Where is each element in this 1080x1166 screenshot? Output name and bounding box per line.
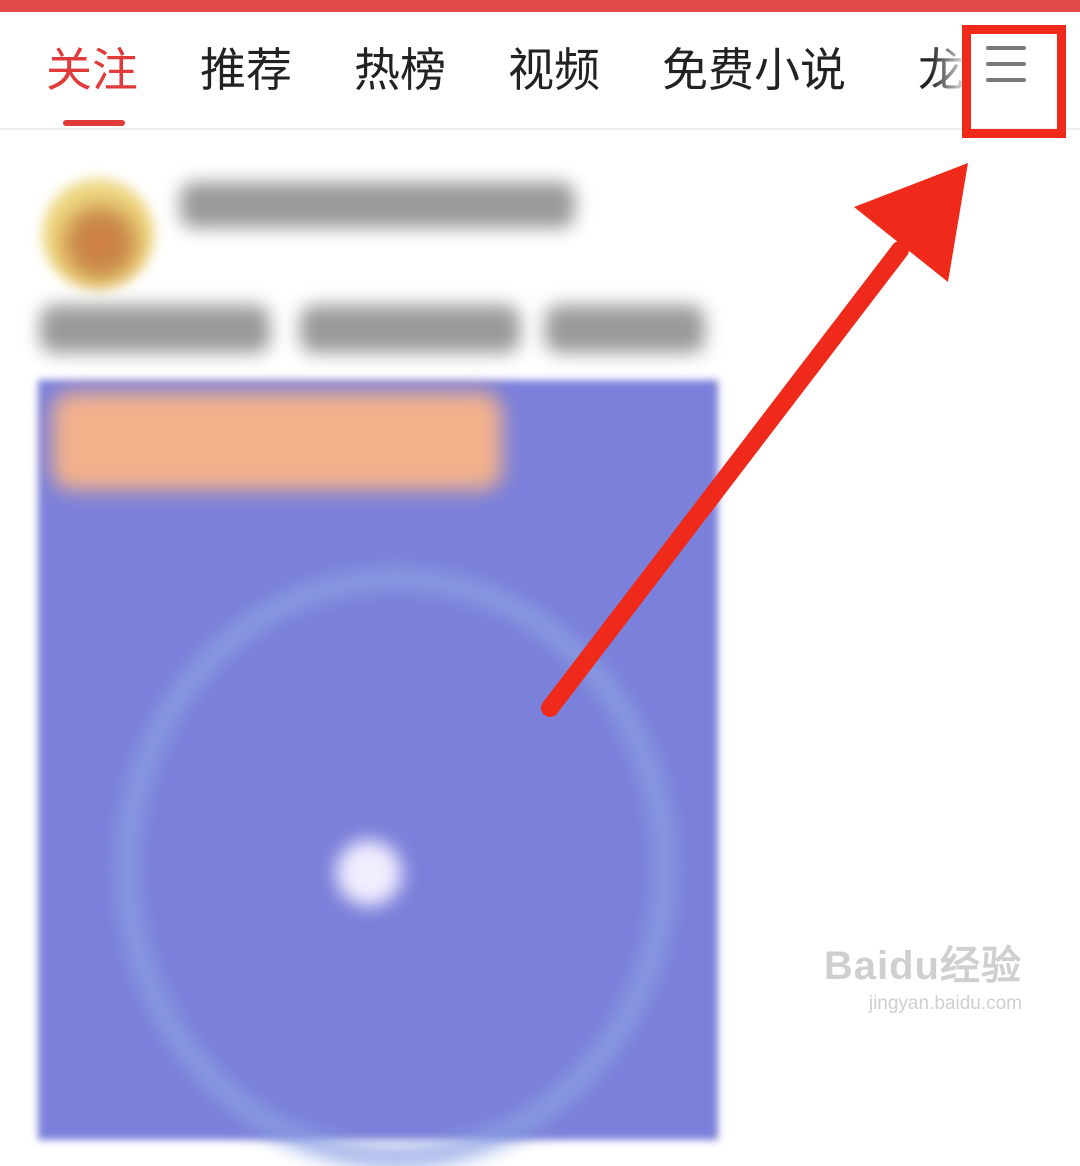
tab-label: 热榜 <box>354 43 446 97</box>
blurred-title-segment <box>300 305 520 353</box>
tab-hot-list[interactable]: 热榜 <box>354 12 446 128</box>
blurred-image-badge <box>52 392 502 490</box>
blurred-image-dot <box>336 840 402 906</box>
blurred-title-segment <box>545 305 705 353</box>
feed-area <box>0 130 1080 1166</box>
baidu-jingyan-watermark: Baidu经验 jingyan.baidu.com <box>822 940 1022 1030</box>
top-status-strip <box>0 0 1080 12</box>
tab-label: 免费小说 <box>662 43 846 97</box>
active-tab-indicator <box>63 120 125 126</box>
tab-video[interactable]: 视频 <box>508 12 600 128</box>
annotation-highlight-box <box>962 25 1066 138</box>
channel-tab-bar: 关注 推荐 热榜 视频 免费小说 龙 <box>0 12 1080 130</box>
tab-label: 推荐 <box>200 43 292 97</box>
tab-label: 关注 <box>46 43 138 97</box>
blurred-title-segment <box>40 305 270 353</box>
tab-recommend[interactable]: 推荐 <box>200 12 292 128</box>
avatar <box>42 178 154 290</box>
blurred-author-name <box>180 182 575 228</box>
tab-free-novel[interactable]: 免费小说 <box>662 12 846 128</box>
tab-label: 视频 <box>508 43 600 97</box>
tab-follow[interactable]: 关注 <box>46 12 138 128</box>
watermark-url: jingyan.baidu.com <box>868 993 1022 1014</box>
watermark-logo: Baidu经验 <box>823 944 1022 988</box>
